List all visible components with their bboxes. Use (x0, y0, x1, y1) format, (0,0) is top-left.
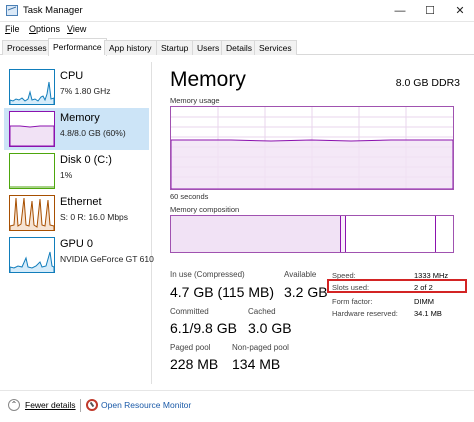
footer: ⌃ Fewer details Open Resource Monitor (0, 390, 474, 422)
fewer-details-link[interactable]: Fewer details (25, 400, 76, 410)
close-button[interactable]: ✕ (446, 0, 474, 22)
memory-panel: Memory 8.0 GB DDR3 Memory usage 60 secon… (160, 62, 470, 384)
sidebar-item-value: S: 0 R: 16.0 Mbps (60, 212, 129, 222)
sidebar-item-value: 1% (60, 170, 73, 180)
paged-pool-value: 228 MB (170, 356, 219, 372)
chevron-up-icon[interactable]: ⌃ (8, 399, 20, 411)
tab-details[interactable]: Details (221, 40, 257, 55)
in-use-segment (171, 216, 341, 252)
open-resource-monitor-link[interactable]: Open Resource Monitor (101, 400, 191, 410)
sidebar-item-disk[interactable]: Disk 0 (C:) 1% (4, 150, 149, 192)
tab-app-history[interactable]: App history (104, 40, 157, 55)
sidebar-item-label: Ethernet (60, 196, 102, 208)
gpu-thumbnail-graph (9, 237, 55, 273)
cached-value: 3.0 GB (248, 320, 292, 336)
hardware-reserved-label: Hardware reserved: (332, 309, 398, 318)
sidebar-item-value: NVIDIA GeForce GT 610 (60, 254, 154, 264)
nonpaged-pool-value: 134 MB (232, 356, 281, 372)
form-factor-label: Form factor: (332, 297, 373, 306)
nonpaged-pool-label: Non-paged pool (232, 343, 289, 352)
sidebar-item-value: 7% 1.80 GHz (60, 86, 111, 96)
cached-label: Cached (248, 307, 276, 316)
tab-startup[interactable]: Startup (156, 40, 194, 55)
menu-options[interactable]: Options (29, 24, 60, 34)
memory-thumbnail-graph (9, 111, 55, 147)
memory-capacity: 8.0 GB DDR3 (395, 77, 460, 89)
sidebar-item-ethernet[interactable]: Ethernet S: 0 R: 16.0 Mbps (4, 192, 149, 234)
resource-monitor-icon (86, 399, 98, 411)
task-manager-icon (6, 5, 18, 16)
memory-usage-graph (170, 106, 454, 190)
memory-composition-bar (170, 215, 454, 253)
committed-value: 6.1/9.8 GB (170, 320, 237, 336)
tab-processes[interactable]: Processes (2, 40, 52, 55)
cpu-thumbnail-graph (9, 69, 55, 105)
standby-segment (346, 216, 436, 252)
sidebar-item-label: GPU 0 (60, 238, 94, 250)
sidebar-item-value: 4.8/8.0 GB (60%) (60, 128, 126, 138)
time-span-label: 60 seconds (170, 192, 209, 201)
committed-label: Committed (170, 307, 209, 316)
sidebar-item-gpu[interactable]: GPU 0 NVIDIA GeForce GT 610 (4, 234, 154, 276)
resource-sidebar: CPU 7% 1.80 GHz Memory 4.8/8.0 GB (60%) … (0, 62, 154, 384)
menu-view[interactable]: View (67, 24, 86, 34)
menu-file[interactable]: File (5, 24, 20, 34)
maximize-button[interactable]: ☐ (416, 0, 444, 22)
page-title: Memory (170, 68, 246, 91)
memory-composition-label: Memory composition (170, 205, 240, 214)
footer-divider (80, 399, 81, 412)
available-label: Available (284, 270, 317, 279)
in-use-value: 4.7 GB (115 MB) (170, 284, 275, 300)
slots-used-highlight (327, 279, 467, 293)
form-factor-value: DIMM (414, 297, 434, 306)
sidebar-item-label: Memory (60, 112, 100, 124)
tab-performance[interactable]: Performance (48, 38, 107, 56)
sidebar-item-cpu[interactable]: CPU 7% 1.80 GHz (4, 66, 149, 108)
menu-bar: File Options View (0, 22, 474, 38)
disk-thumbnail-graph (9, 153, 55, 189)
tab-users[interactable]: Users (192, 40, 225, 55)
available-value: 3.2 GB (284, 284, 328, 300)
hardware-reserved-value: 34.1 MB (414, 309, 442, 318)
minimize-button[interactable]: — (386, 0, 414, 22)
tab-services[interactable]: Services (254, 40, 297, 55)
window-title: Task Manager (23, 5, 83, 16)
in-use-label: In use (Compressed) (170, 270, 245, 279)
paged-pool-label: Paged pool (170, 343, 211, 352)
sidebar-item-label: Disk 0 (C:) (60, 154, 112, 166)
tab-bar: Processes Performance App history Startu… (0, 38, 474, 56)
ethernet-thumbnail-graph (9, 195, 55, 231)
sidebar-item-memory[interactable]: Memory 4.8/8.0 GB (60%) (4, 108, 149, 150)
title-bar: Task Manager — ☐ ✕ (0, 0, 474, 22)
sidebar-item-label: CPU (60, 70, 84, 82)
memory-usage-label: Memory usage (170, 96, 220, 105)
